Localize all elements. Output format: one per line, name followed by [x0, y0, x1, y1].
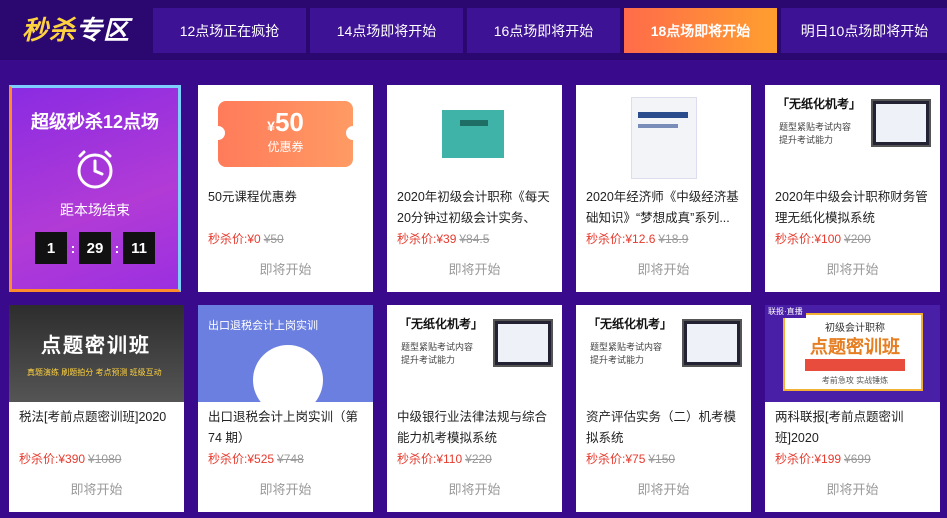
product-card[interactable]: 初级会计职称 点题密训班 考前急攻 实战锤炼 联报·直播 两科联报[考前点题密训… — [765, 305, 940, 512]
logo-part1: 秒杀 — [22, 15, 77, 45]
book-image — [442, 110, 504, 158]
product-title[interactable]: 两科联报[考前点题密训班]2020 — [775, 407, 933, 449]
banner-tagline: 真题演练 刷题拍分 考点预测 班级互动 — [27, 368, 162, 377]
tab-16[interactable]: 16点场即将开始 — [467, 8, 620, 53]
status-label: 即将开始 — [448, 482, 501, 497]
exam-subtext: 题型紧贴考试内容 提升考试能力 — [779, 122, 852, 145]
product-card[interactable]: 「无纸化机考」 题型紧贴考试内容 提升考试能力 中级银行业法律法规与综合能力机考模… — [387, 305, 562, 512]
product-title[interactable]: 50元课程优惠券 — [208, 187, 366, 229]
product-thumb: 「无纸化机考」 题型紧贴考试内容 提升考试能力 — [387, 305, 562, 402]
product-title[interactable]: 资产评估实务（二）机考模拟系统 — [586, 407, 744, 449]
product-title[interactable]: 2020年经济师《中级经济基础知识》“梦想成真”系列... — [586, 187, 744, 229]
product-thumb: 「无纸化机考」 题型紧贴考试内容 提升考试能力 — [576, 305, 751, 402]
product-price: 秒杀价:¥0 ¥50 — [208, 232, 284, 246]
banner-tagline: 考前急攻 实战锤炼 — [821, 376, 889, 385]
status-label: 即将开始 — [826, 262, 879, 277]
product-price: 秒杀价:¥100 ¥200 — [775, 232, 871, 246]
product-thumb: ¥50 优惠券 — [198, 85, 373, 182]
product-thumb: 「无纸化机考」 题型紧贴考试内容 提升考试能力 — [765, 85, 940, 182]
exam-subtext: 题型紧贴考试内容 提升考试能力 — [401, 342, 474, 365]
product-card[interactable]: 出口退税会计上岗实训 出口退税会计上岗实训（第74 期） 秒杀价:¥525 ¥74… — [198, 305, 373, 512]
tab-18[interactable]: 18点场即将开始 — [624, 8, 777, 53]
product-price: 秒杀价:¥39 ¥84.5 — [397, 232, 490, 246]
top-bar: 秒杀专区 12点场正在疯抢 14点场即将开始 16点场即将开始 18点场即将开始… — [0, 0, 947, 60]
countdown-card: 超级秒杀12点场 距本场结束 1 : 29 : 11 — [9, 85, 181, 292]
banner-heading: 点题密训班 — [41, 335, 151, 357]
countdown-seconds: 11 — [123, 232, 155, 264]
corner-badge: 联报·直播 — [765, 305, 806, 318]
status-label: 即将开始 — [70, 482, 123, 497]
tab-12[interactable]: 12点场正在疯抢 — [153, 8, 306, 53]
illustration-icon — [253, 345, 323, 402]
status-label: 即将开始 — [637, 262, 690, 277]
banner-ribbon — [805, 359, 905, 371]
session-tabs: 12点场正在疯抢 14点场即将开始 16点场即将开始 18点场即将开始 明日10… — [153, 8, 947, 53]
status-label: 即将开始 — [259, 262, 312, 277]
exam-heading: 「无纸化机考」 — [588, 317, 673, 331]
banner-heading: 点题密训班 — [810, 337, 900, 357]
status-label: 即将开始 — [448, 262, 501, 277]
exam-subtext: 题型紧贴考试内容 提升考试能力 — [590, 342, 663, 365]
product-card[interactable]: 2020年初级会计职称《每天20分钟过初级会计实务、经... 秒杀价:¥39¥8… — [387, 85, 562, 292]
product-title[interactable]: 中级银行业法律法规与综合能力机考模拟系统 — [397, 407, 555, 449]
logo-part2: 专区 — [76, 15, 131, 45]
banner-caption: 初级会计职称 — [825, 323, 885, 334]
countdown-title: 超级秒杀12点场 — [30, 112, 160, 132]
status-label: 即将开始 — [259, 482, 312, 497]
product-thumb — [576, 85, 751, 182]
product-title[interactable]: 2020年中级会计职称财务管理无纸化模拟系统 — [775, 187, 933, 229]
status-label: 即将开始 — [637, 482, 690, 497]
coupon-graphic: ¥50 优惠券 — [211, 101, 360, 167]
exam-heading: 「无纸化机考」 — [777, 97, 862, 111]
countdown-digits: 1 : 29 : 11 — [12, 232, 178, 264]
banner-caption: 出口退税会计上岗实训 — [208, 320, 318, 332]
product-price: 秒杀价:¥525 ¥748 — [208, 452, 304, 466]
seckill-logo: 秒杀专区 — [22, 10, 130, 50]
product-thumb: 初级会计职称 点题密训班 考前急攻 实战锤炼 联报·直播 — [765, 305, 940, 402]
monitor-icon — [871, 99, 931, 147]
tab-14[interactable]: 14点场即将开始 — [310, 8, 463, 53]
book-image — [631, 97, 697, 179]
product-price: 秒杀价:¥199 ¥699 — [775, 452, 871, 466]
product-price: 秒杀价:¥75 ¥150 — [586, 452, 676, 466]
product-card[interactable]: 点题密训班 真题演练 刷题拍分 考点预测 班级互动 税法[考前点题密训班]202… — [9, 305, 184, 512]
product-price: 秒杀价:¥110 ¥220 — [397, 452, 492, 466]
monitor-icon — [493, 319, 553, 367]
product-thumb — [387, 85, 562, 182]
product-thumb: 点题密训班 真题演练 刷题拍分 考点预测 班级互动 — [9, 305, 184, 402]
tab-tomorrow-10[interactable]: 明日10点场即将开始 — [781, 8, 947, 53]
countdown-minutes: 29 — [79, 232, 111, 264]
product-title[interactable]: 2020年初级会计职称《每天20分钟过初级会计实务、经... — [397, 187, 555, 229]
status-label: 即将开始 — [826, 482, 879, 497]
countdown-subtitle: 距本场结束 — [60, 202, 130, 218]
product-title[interactable]: 出口退税会计上岗实训（第74 期） — [208, 407, 366, 449]
product-card[interactable]: 「无纸化机考」 题型紧贴考试内容 提升考试能力 资产评估实务（二）机考模拟系统 秒… — [576, 305, 751, 512]
monitor-icon — [682, 319, 742, 367]
product-price: 秒杀价:¥390 ¥1080 — [19, 452, 122, 466]
product-title[interactable]: 税法[考前点题密训班]2020 — [19, 407, 177, 449]
product-card[interactable]: ¥50 优惠券 50元课程优惠券 秒杀价:¥0 ¥50 即将开始 — [198, 85, 373, 292]
product-price: 秒杀价:¥12.6 ¥18.9 — [586, 232, 689, 246]
clock-icon — [77, 150, 113, 189]
countdown-hours: 1 — [35, 232, 67, 264]
product-thumb: 出口退税会计上岗实训 — [198, 305, 373, 402]
exam-heading: 「无纸化机考」 — [399, 317, 484, 331]
product-card[interactable]: 「无纸化机考」 题型紧贴考试内容 提升考试能力 2020年中级会计职称财务管理无纸… — [765, 85, 940, 292]
product-card[interactable]: 2020年经济师《中级经济基础知识》“梦想成真”系列... 秒杀价:¥12.6 ¥… — [576, 85, 751, 292]
